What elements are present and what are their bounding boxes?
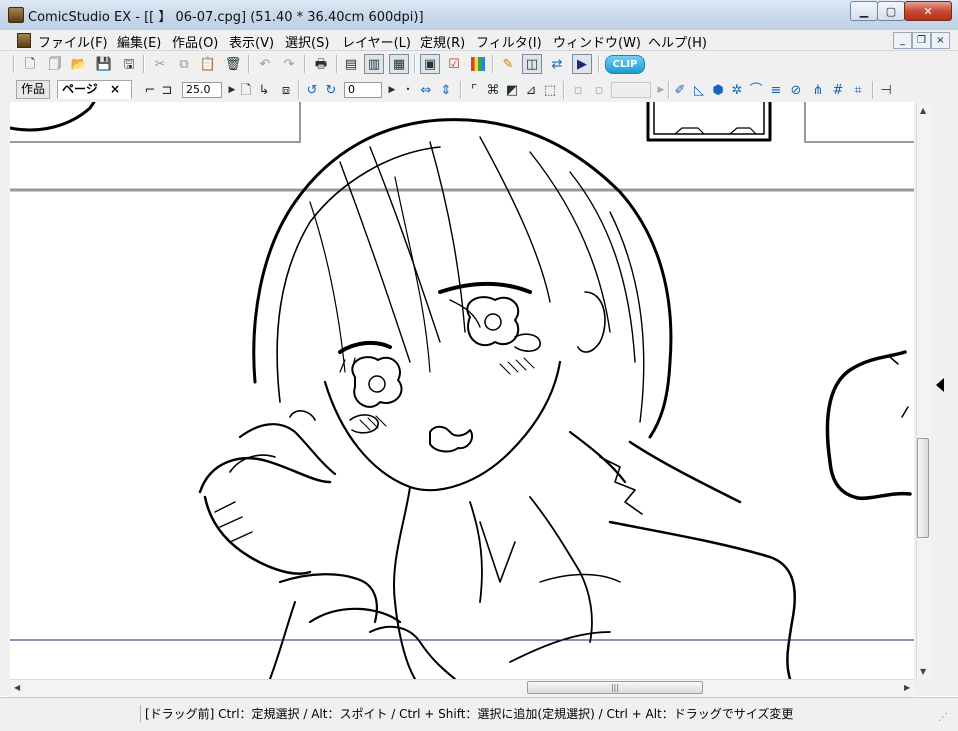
spread-view-icon[interactable]: ▦	[389, 54, 409, 74]
menu-view[interactable]: 表示(V)	[229, 32, 274, 51]
scroll-left-arrow-icon[interactable]: ◀	[14, 683, 20, 692]
secondary-toolbar: 作品 ページ × ⌐ ⊐ 25.0 ▶ 🗋 ↳ ⧈ ↺ ↻ 0 ▶ • ⇔ ⇕ …	[0, 78, 958, 103]
save-icon[interactable]: 💾	[94, 54, 114, 74]
triangle-ruler-icon[interactable]: ◺	[689, 80, 709, 100]
horizontal-scrollbar[interactable]	[10, 679, 914, 697]
frame-grid-icon[interactable]: ⌗	[848, 80, 868, 100]
document-icon[interactable]	[17, 33, 31, 48]
scroll-down-arrow-icon[interactable]: ▼	[920, 667, 926, 676]
minimize-window-button[interactable]: ▁	[850, 1, 878, 21]
close-window-button[interactable]: ✕	[904, 1, 952, 21]
menu-file[interactable]: ファイル(F)	[38, 32, 108, 51]
scroll-right-arrow-icon[interactable]: ▶	[904, 683, 910, 692]
redo-icon[interactable]: ↷	[279, 54, 299, 74]
print-size-icon[interactable]: ↳	[254, 80, 274, 100]
manga-artwork	[10, 102, 914, 679]
disabled-icon-1[interactable]: ▫	[568, 80, 588, 100]
window-icon[interactable]: ◫	[522, 54, 542, 74]
cube-icon[interactable]: ⬢	[708, 80, 728, 100]
undo-icon[interactable]: ↶	[255, 54, 275, 74]
tool-icon[interactable]: ✎	[498, 54, 518, 74]
app-icon[interactable]	[8, 7, 24, 23]
panel-toggle-icon[interactable]: ⊣	[876, 80, 896, 100]
transform-icon[interactable]: ⌘	[483, 80, 503, 100]
horizontal-scroll-thumb[interactable]: |||	[527, 681, 703, 694]
menu-select[interactable]: 選択(S)	[285, 32, 329, 51]
copy-icon[interactable]: ⧉	[174, 54, 194, 74]
vertical-scroll-thumb[interactable]	[917, 438, 929, 538]
concentric-icon[interactable]: ⊘	[786, 80, 806, 100]
menu-bar: ファイル(F) 編集(E) 作品(O) 表示(V) 選択(S) レイヤー(L) …	[0, 30, 958, 51]
menu-help[interactable]: ヘルプ(H)	[648, 32, 707, 51]
page-width-icon[interactable]: ⊐	[157, 80, 177, 100]
vertical-scrollbar[interactable]	[916, 104, 931, 681]
pen-ruler-icon[interactable]: ✐	[670, 80, 690, 100]
page-canvas[interactable]	[10, 102, 914, 679]
main-toolbar: 🗋 🗍 📂 💾 🖫 ✂ ⧉ 📋 🗑 ↶ ↷ 🖶 ▤ ▥ ▦ ▣ ☑ ✎ ◫ ⇄ …	[0, 51, 958, 79]
perspective-icon[interactable]: ◩	[502, 80, 522, 100]
menu-layer[interactable]: レイヤー(L)	[342, 32, 411, 51]
rotation-input[interactable]: 0	[344, 82, 382, 98]
status-message: [ドラッグ前] Ctrl：定規選択 / Alt：スポイト / Ctrl + Sh…	[140, 705, 793, 722]
print-icon[interactable]: 🖶	[311, 54, 331, 74]
menu-window[interactable]: ウィンドウ(W)	[553, 32, 641, 51]
fit-window-icon[interactable]: ⧈	[276, 80, 296, 100]
close-tab-icon[interactable]: ×	[110, 82, 120, 96]
swap-icon[interactable]: ⇄	[547, 54, 567, 74]
collapse-panel-arrow-icon[interactable]	[936, 378, 944, 392]
mdi-restore-button[interactable]: ❐	[912, 32, 931, 49]
disabled-input	[611, 82, 651, 98]
palette-icon[interactable]	[468, 54, 488, 74]
ruler-icon[interactable]: ⌜	[464, 80, 484, 100]
marquee-icon[interactable]: ⬚	[540, 80, 560, 100]
mdi-minimize-button[interactable]: _	[893, 32, 912, 49]
page-view-icon[interactable]: ▥	[364, 54, 384, 74]
menu-ruler[interactable]: 定規(R)	[420, 32, 465, 51]
check-icon[interactable]: ☑	[444, 54, 464, 74]
open-icon[interactable]: 📂	[69, 54, 89, 74]
new-page-icon[interactable]: 🗋	[20, 54, 40, 74]
zoom-input[interactable]: 25.0	[182, 82, 222, 98]
select-layer-icon[interactable]: ⊿	[521, 80, 541, 100]
page-manager-icon[interactable]: ▤	[341, 54, 361, 74]
paste-icon[interactable]: 📋	[198, 54, 218, 74]
flip-horizontal-icon[interactable]: ⇔	[416, 80, 436, 100]
rotate-right-icon[interactable]: ↻	[321, 80, 341, 100]
window-title: ComicStudio EX - [[ 】 06-07.cpg] (51.40 …	[28, 10, 424, 25]
mdi-close-button[interactable]: ×	[931, 32, 950, 49]
menu-edit[interactable]: 編集(E)	[117, 32, 161, 51]
radial-icon[interactable]: ⋔	[808, 80, 828, 100]
rotation-reset-icon[interactable]: •	[398, 80, 418, 100]
resize-grip-icon[interactable]: ⋰	[938, 712, 948, 723]
curve-ruler-icon[interactable]: ⌒	[746, 80, 766, 100]
rotate-left-icon[interactable]: ↺	[302, 80, 322, 100]
actual-size-icon[interactable]: 🗋	[236, 80, 256, 100]
maximize-window-button[interactable]: ▢	[877, 1, 905, 21]
delete-icon[interactable]: 🗑	[223, 54, 243, 74]
tab-page[interactable]: ページ ×	[57, 80, 132, 99]
symmetry-icon[interactable]: ✲	[727, 80, 747, 100]
tab-works[interactable]: 作品	[16, 80, 51, 99]
cut-icon[interactable]: ✂	[150, 54, 170, 74]
flip-vertical-icon[interactable]: ⇕	[436, 80, 456, 100]
grid-icon[interactable]: #	[828, 80, 848, 100]
play-icon[interactable]: ▶	[572, 54, 592, 74]
parallel-lines-icon[interactable]: ≡	[766, 80, 786, 100]
menu-work[interactable]: 作品(O)	[172, 32, 218, 51]
scroll-up-arrow-icon[interactable]: ▲	[920, 106, 926, 115]
save-all-icon[interactable]: 🖫	[119, 54, 139, 74]
clip-studio-icon[interactable]: CLIP	[605, 55, 645, 74]
new-story-icon[interactable]: 🗍	[45, 54, 65, 74]
properties-icon[interactable]: ▣	[420, 54, 440, 74]
disabled-icon-2[interactable]: ▫	[589, 80, 609, 100]
menu-filter[interactable]: フィルタ(I)	[476, 32, 542, 51]
